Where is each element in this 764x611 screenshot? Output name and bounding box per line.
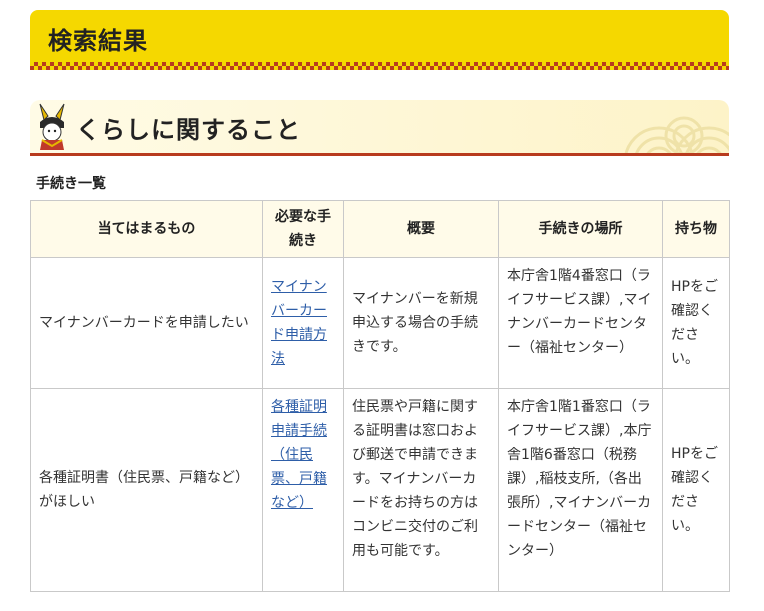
table-row: マイナンバーカードを申請したい マイナンバーカード申請方法 マイナンバーを新規申… <box>30 257 730 389</box>
cell-location: 本庁舎1階1番窓口（ライフサービス課）,本庁舎1階6番窓口（税務課）,稲枝支所,… <box>498 388 663 592</box>
cell-location: 本庁舎1階4番窓口（ライフサービス課）,マイナンバーカードセンター（福祉センター… <box>498 257 663 389</box>
cell-procedure: マイナンバーカード申請方法 <box>262 257 344 389</box>
header-situation: 当てはまるもの <box>30 200 263 258</box>
section-heading: くらしに関すること <box>76 116 301 144</box>
checker-border <box>30 62 729 70</box>
procedure-table: 当てはまるもの 必要な手続き 概要 手続きの場所 持ち物 マイナンバーカードを申… <box>30 200 730 592</box>
procedure-list-title: 手続き一覧 <box>36 176 106 192</box>
search-results-banner: 検索結果 <box>30 10 729 70</box>
procedure-link[interactable]: マイナンバーカード申請方法 <box>271 279 327 367</box>
page-title: 検索結果 <box>48 27 148 55</box>
header-location: 手続きの場所 <box>498 200 663 258</box>
header-items: 持ち物 <box>662 200 730 258</box>
cell-situation: 各種証明書（住民票、戸籍など）がほしい <box>30 388 263 592</box>
table-row: 各種証明書（住民票、戸籍など）がほしい 各種証明申請手続（住民票、戸籍など） 住… <box>30 388 730 592</box>
cell-items: HPをご確認ください。 <box>662 388 730 592</box>
heading-underline <box>30 153 729 156</box>
header-summary: 概要 <box>343 200 499 258</box>
cell-procedure: 各種証明申請手続（住民票、戸籍など） <box>262 388 344 592</box>
cell-summary: 住民票や戸籍に関する証明書は窓口および郵送で申請できます。マイナンバーカードをお… <box>343 388 499 592</box>
category-heading: くらしに関すること <box>30 100 729 156</box>
header-procedure: 必要な手続き <box>262 200 344 258</box>
page: 検索結果 くらしに関すること 手続き一覧 当てはまるもの 必要な手続き 概要 手… <box>0 0 764 611</box>
cell-situation: マイナンバーカードを申請したい <box>30 257 263 389</box>
mascot-icon <box>39 103 65 150</box>
procedure-link[interactable]: 各種証明申請手続（住民票、戸籍など） <box>271 399 327 511</box>
wave-pattern-icon <box>624 116 729 156</box>
table-header-row: 当てはまるもの 必要な手続き 概要 手続きの場所 持ち物 <box>30 200 730 258</box>
cell-items: HPをご確認ください。 <box>662 257 730 389</box>
cell-summary: マイナンバーを新規申込する場合の手続きです。 <box>343 257 499 389</box>
